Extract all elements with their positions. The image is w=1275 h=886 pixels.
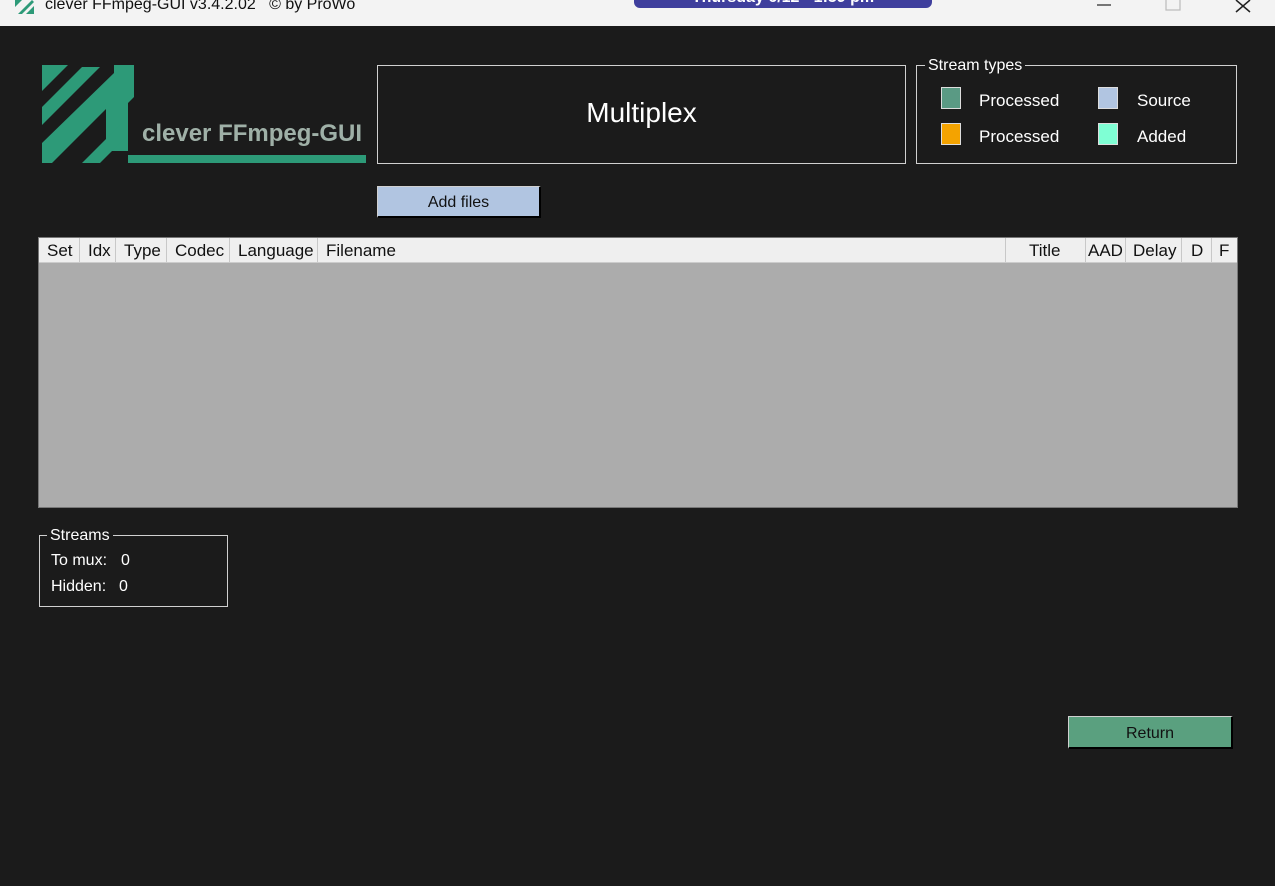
close-icon[interactable] [1220,0,1266,20]
column-header-delay[interactable]: Delay [1126,238,1182,262]
legend-label: Processed [979,91,1060,110]
legend-caption: Stream types [925,57,1026,75]
legend-swatch-processed-alt [941,123,961,145]
column-header-language[interactable]: Language [230,238,318,262]
column-header-d[interactable]: D [1182,238,1212,262]
to-mux-value: 0 [121,552,130,569]
table-header: Set Idx Type Codec Language Filename Tit… [39,238,1237,263]
legend-swatch-added [1098,123,1118,145]
window-title: clever FFmpeg-GUI v3.4.2.02 © by ProWo [45,0,356,13]
streams-summary: Streams To mux: 0 Hidden: 0 [39,527,228,607]
app-icon [15,0,34,14]
legend-label: Source [1137,91,1191,110]
streams-table[interactable]: Set Idx Type Codec Language Filename Tit… [38,237,1238,508]
hidden-value: 0 [119,578,128,595]
maximize-icon[interactable] [1150,0,1196,20]
hidden-label: Hidden: [51,578,107,595]
title-bar: clever FFmpeg-GUI v3.4.2.02 © by ProWo T… [0,0,1275,26]
column-header-codec[interactable]: Codec [167,238,230,262]
minimize-icon[interactable] [1081,0,1127,20]
column-header-title[interactable]: Title [1006,238,1086,262]
mode-panel: Multiplex [377,65,906,164]
legend-label: Added [1137,127,1187,146]
return-button[interactable]: Return [1068,716,1233,749]
legend-swatch-source [1098,87,1118,109]
ffmpeg-logo: clever FFmpeg-GUI [42,65,366,163]
streams-caption: Streams [47,527,113,545]
column-header-aad[interactable]: AAD [1086,238,1126,262]
column-header-f[interactable]: F [1212,238,1237,262]
legend-label: Processed [979,127,1060,146]
clock-widget: Thursday 6/12 · 1:59 pm [634,0,932,8]
add-files-button[interactable]: Add files [377,186,541,218]
column-header-idx[interactable]: Idx [80,238,116,262]
logo-text: clever FFmpeg-GUI [142,120,362,147]
page-title: Multiplex [586,97,697,128]
column-header-set[interactable]: Set [39,238,80,262]
column-header-type[interactable]: Type [116,238,167,262]
stream-types-legend: Stream types Processed Source Processed … [916,57,1237,164]
column-header-filename[interactable]: Filename [318,238,1006,262]
to-mux-label: To mux: [51,552,108,569]
legend-swatch-processed [941,87,961,109]
